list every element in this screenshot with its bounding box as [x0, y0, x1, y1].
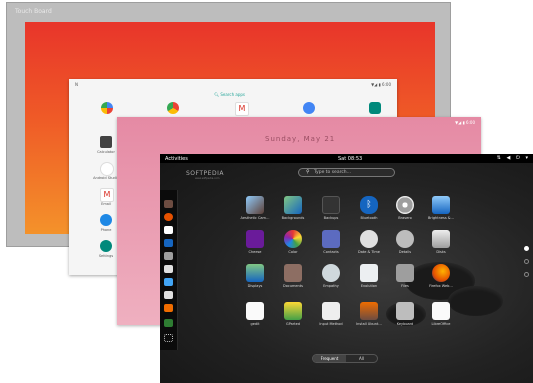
writer-icon[interactable] — [164, 278, 173, 286]
dash — [160, 190, 178, 350]
camera-icon[interactable] — [164, 291, 173, 299]
app-label: Backgrounds — [281, 216, 305, 220]
search-icon: 🔍︎ — [214, 92, 220, 97]
backgrounds-icon[interactable] — [284, 196, 302, 214]
app-label: Brightness &… — [428, 216, 454, 220]
pink-status-bar: ▼◢ ▮ 6:00 — [455, 120, 475, 125]
maps-icon[interactable] — [303, 102, 315, 114]
settings-gear-icon[interactable] — [369, 102, 381, 114]
app-label: Date & Time — [358, 250, 380, 254]
app-label: Details — [398, 250, 412, 254]
app-label: Firefox Web… — [429, 284, 453, 288]
installer-icon[interactable] — [360, 302, 378, 320]
search-icon: ⚲ — [306, 169, 310, 175]
android-status-bar: N ▼◢ ▮ 6:00 — [69, 79, 397, 89]
calculator-icon[interactable] — [100, 136, 112, 148]
page-indicator[interactable] — [524, 272, 529, 277]
page-indicator[interactable] — [524, 259, 529, 264]
app-label: Cheese — [248, 250, 262, 254]
app-label: Displays — [247, 284, 263, 288]
app-label: Color — [288, 250, 298, 254]
tab-all[interactable]: All — [346, 355, 377, 362]
app-label: Keyboard — [396, 322, 414, 326]
status-right: ▼◢ ▮ 6:00 — [371, 82, 391, 87]
app-label: Disks — [436, 250, 446, 254]
system-menu[interactable]: ⇅ ◀ ⏻ ▾ — [497, 155, 530, 161]
app-label: LibreOffice — [431, 322, 451, 326]
help-icon[interactable] — [164, 319, 173, 327]
search-label: Search apps — [220, 92, 245, 97]
input-method-icon[interactable] — [322, 302, 340, 320]
backups-icon[interactable] — [322, 196, 340, 214]
chrome-icon[interactable] — [167, 102, 179, 114]
gear-icon[interactable] — [396, 230, 414, 248]
monitor-icon[interactable] — [432, 196, 450, 214]
app-label: Evolution — [360, 284, 378, 288]
page-indicator-active[interactable] — [524, 246, 529, 251]
app-label: gedit — [250, 322, 260, 326]
status-left: N — [75, 82, 78, 87]
app-label: Calculator — [97, 150, 115, 154]
contacts-icon[interactable] — [322, 230, 340, 248]
mail-icon[interactable] — [164, 239, 173, 247]
photo-app-icon[interactable] — [246, 196, 264, 214]
cheese-icon[interactable] — [246, 230, 264, 248]
disks-icon[interactable] — [432, 230, 450, 248]
app-label: Contacts — [323, 250, 339, 254]
app-label: Input Method — [319, 322, 343, 326]
app-label: Android Studio — [93, 176, 119, 180]
files-app-icon[interactable] — [396, 264, 414, 282]
app-label: Empathy — [323, 284, 339, 288]
gmail-icon[interactable]: M — [235, 102, 249, 116]
app-label: GParted — [286, 322, 300, 326]
color-icon[interactable] — [284, 230, 302, 248]
documents-icon[interactable] — [284, 264, 302, 282]
device-title: Touch Board — [15, 8, 52, 15]
android-studio-icon[interactable] — [100, 162, 114, 176]
app-label: Aesthetic Cam… — [240, 216, 270, 220]
evolution-icon[interactable] — [360, 264, 378, 282]
calendar-icon[interactable] — [164, 265, 173, 273]
music-icon[interactable] — [164, 252, 173, 260]
app-filter-tabs: Frequent All — [312, 354, 378, 363]
app-label: Documents — [283, 284, 303, 288]
activities-button[interactable]: Activities — [165, 156, 188, 162]
firefox-icon[interactable] — [164, 213, 173, 221]
gparted-icon[interactable] — [284, 302, 302, 320]
top-bar-clock[interactable]: Sat 08:53 — [338, 156, 362, 162]
photos-icon[interactable] — [101, 102, 113, 114]
displays-icon[interactable] — [246, 264, 264, 282]
search-placeholder: Type to search… — [314, 170, 352, 175]
disc-icon[interactable] — [396, 196, 414, 214]
empathy-icon[interactable] — [322, 264, 340, 282]
lock-screen-date: Sunday, May 21 — [265, 135, 336, 143]
gnome-app-grid: Activities Sat 08:53 ⇅ ◀ ⏻ ▾ SOFTPEDIA w… — [160, 154, 533, 383]
app-label: Brasero — [398, 216, 412, 220]
softpedia-logo-sub: www.softpedia.com — [195, 177, 220, 180]
software-icon[interactable] — [164, 304, 173, 312]
app-label: Settings — [98, 254, 114, 258]
app-label: Phone — [100, 228, 112, 232]
libreoffice-icon[interactable] — [432, 302, 450, 320]
tab-frequent[interactable]: Frequent — [313, 355, 346, 362]
settings-icon[interactable] — [100, 240, 112, 252]
clock-icon[interactable] — [360, 230, 378, 248]
keyboard-icon[interactable] — [396, 302, 414, 320]
firefox-app-icon[interactable] — [432, 264, 450, 282]
show-apps-icon[interactable] — [164, 334, 173, 342]
email-icon[interactable]: M — [100, 188, 114, 202]
app-label: Backups — [323, 216, 339, 220]
android-search-apps[interactable]: 🔍︎ Search apps — [214, 92, 245, 97]
app-label: Files — [401, 284, 409, 288]
bluetooth-icon[interactable]: ᛒ — [360, 196, 378, 214]
app-label: Email — [101, 202, 111, 206]
files-icon[interactable] — [164, 200, 173, 208]
app-label: Bluetooth — [360, 216, 378, 220]
softpedia-logo: SOFTPEDIA — [186, 170, 224, 177]
phone-icon[interactable] — [100, 214, 112, 226]
chat-icon[interactable] — [164, 226, 173, 234]
app-label: Install Ubunt… — [356, 322, 382, 326]
gedit-icon[interactable] — [246, 302, 264, 320]
search-input[interactable]: ⚲ Type to search… — [298, 168, 395, 177]
